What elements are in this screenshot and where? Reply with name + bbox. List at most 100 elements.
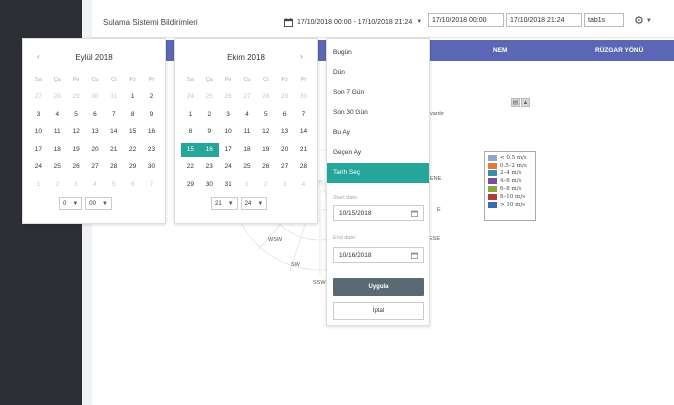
date-range-button[interactable]: 17/10/2018 00:00 - 17/10/2018 21:24 ▼	[284, 15, 422, 29]
legend-item[interactable]: 6–8 m/s	[488, 185, 532, 193]
download-button[interactable]: ▲	[521, 98, 530, 107]
calendar-day[interactable]: 5	[104, 178, 123, 192]
calendar-day[interactable]: 4	[86, 178, 105, 192]
calendar-day-selected[interactable]: 15	[181, 142, 200, 157]
calendar-day[interactable]: 17	[219, 143, 238, 157]
minute-select[interactable]: 00 ▼	[85, 197, 112, 210]
calendar-day[interactable]: 28	[256, 90, 275, 104]
calendar-day[interactable]: 5	[67, 108, 86, 122]
legend-item[interactable]: 0.5–2 m/s	[488, 162, 532, 170]
calendar-day[interactable]: 17	[29, 143, 48, 157]
range-item[interactable]: Tarih Seç	[327, 163, 429, 183]
calendar-day[interactable]: 7	[294, 108, 313, 122]
calendar-day[interactable]: 18	[238, 143, 257, 157]
calendar-day[interactable]: 5	[256, 108, 275, 122]
calendar-day[interactable]: 26	[67, 160, 86, 174]
minute-select[interactable]: 24 ▼	[240, 197, 268, 210]
calendar-day[interactable]: 28	[294, 160, 313, 174]
calendar-day[interactable]: 10	[29, 125, 48, 139]
start-datetime-input[interactable]	[428, 13, 504, 27]
calendar-day[interactable]: 4	[48, 108, 67, 122]
calendar-day[interactable]: 2	[142, 90, 161, 104]
calendar-day[interactable]: 2	[200, 108, 219, 122]
calendar-day[interactable]: 3	[29, 108, 48, 122]
calendar-day[interactable]: 3	[219, 108, 238, 122]
calendar-day[interactable]: 14	[294, 125, 313, 139]
calendar-day[interactable]: 7	[142, 178, 161, 192]
hour-select[interactable]: 0 ▼	[59, 197, 83, 210]
tab-input[interactable]	[584, 13, 624, 27]
calendar-day[interactable]: 30	[200, 178, 219, 192]
print-button[interactable]: ▤	[511, 98, 520, 107]
calendar-day[interactable]: 30	[86, 90, 105, 104]
end-date-input[interactable]: 10/16/2018	[333, 247, 424, 263]
calendar-day[interactable]: 27	[29, 90, 48, 104]
calendar-day[interactable]: 12	[256, 125, 275, 139]
calendar-day[interactable]: 25	[48, 160, 67, 174]
legend-item[interactable]: 2–4 m/s	[488, 170, 532, 178]
calendar-day[interactable]: 1	[29, 178, 48, 192]
calendar-day[interactable]: 9	[142, 108, 161, 122]
calendar-day[interactable]: 3	[67, 178, 86, 192]
apply-button[interactable]: Uygula	[333, 278, 424, 296]
calendar-day-selected[interactable]: 16	[199, 142, 219, 157]
calendar-day[interactable]: 10	[219, 125, 238, 139]
calendar-day[interactable]: 23	[200, 160, 219, 174]
calendar-day[interactable]: 24	[29, 160, 48, 174]
calendar-day[interactable]: 8	[123, 108, 142, 122]
calendar-day[interactable]: 19	[256, 143, 275, 157]
calendar-day[interactable]: 1	[123, 90, 142, 104]
calendar-day[interactable]: 4	[294, 178, 313, 192]
range-item[interactable]: Dün	[327, 63, 429, 83]
calendar-day[interactable]: 14	[104, 125, 123, 139]
end-datetime-input[interactable]	[506, 13, 582, 27]
calendar-day[interactable]: 13	[86, 125, 105, 139]
calendar-day[interactable]: 22	[181, 160, 200, 174]
calendar-day[interactable]: 13	[275, 125, 294, 139]
calendar-day[interactable]: 20	[86, 143, 105, 157]
calendar-day[interactable]: 8	[181, 125, 200, 139]
range-item[interactable]: Bu Ay	[327, 123, 429, 143]
calendar-day[interactable]: 22	[123, 143, 142, 157]
calendar-day[interactable]: 25	[238, 160, 257, 174]
calendar-day[interactable]: 2	[48, 178, 67, 192]
calendar-day[interactable]: 29	[67, 90, 86, 104]
calendar-day[interactable]: 31	[219, 178, 238, 192]
calendar-day[interactable]: 3	[275, 178, 294, 192]
calendar-day[interactable]: 21	[104, 143, 123, 157]
calendar-day[interactable]: 18	[48, 143, 67, 157]
calendar-day[interactable]: 24	[219, 160, 238, 174]
calendar-day[interactable]: 31	[104, 90, 123, 104]
calendar-day[interactable]: 27	[275, 160, 294, 174]
range-item[interactable]: Son 7 Gün	[327, 83, 429, 103]
calendar-day[interactable]: 20	[275, 143, 294, 157]
calendar-day[interactable]: 28	[104, 160, 123, 174]
calendar-day[interactable]: 24	[181, 90, 200, 104]
calendar-day[interactable]: 26	[256, 160, 275, 174]
hour-select[interactable]: 21 ▼	[211, 197, 238, 210]
calendar-day[interactable]: 27	[86, 160, 105, 174]
calendar-day[interactable]: 30	[142, 160, 161, 174]
calendar-day[interactable]: 21	[294, 143, 313, 157]
start-date-input[interactable]: 10/15/2018	[333, 205, 424, 221]
calendar-day[interactable]: 6	[123, 178, 142, 192]
calendar-day[interactable]: 9	[200, 125, 219, 139]
range-item[interactable]: Son 30 Gün	[327, 103, 429, 123]
range-item[interactable]: Bugün	[327, 43, 429, 63]
calendar-day[interactable]: 29	[123, 160, 142, 174]
calendar-day[interactable]: 7	[104, 108, 123, 122]
calendar-day[interactable]: 30	[294, 90, 313, 104]
calendar-day[interactable]: 27	[238, 90, 257, 104]
legend-item[interactable]: > 10 m/s	[488, 201, 532, 209]
settings-button[interactable]: ⚙ ▼	[634, 14, 652, 27]
calendar-day[interactable]: 11	[48, 125, 67, 139]
legend-item[interactable]: < 0.5 m/s	[488, 154, 532, 162]
calendar-day[interactable]: 28	[48, 90, 67, 104]
calendar-day[interactable]: 2	[256, 178, 275, 192]
calendar-day[interactable]: 26	[219, 90, 238, 104]
legend-item[interactable]: 8–10 m/s	[488, 193, 532, 201]
calendar-day[interactable]: 1	[238, 178, 257, 192]
calendar-day[interactable]: 1	[181, 108, 200, 122]
legend-item[interactable]: 4–6 m/s	[488, 177, 532, 185]
cancel-button[interactable]: İptal	[333, 302, 424, 320]
